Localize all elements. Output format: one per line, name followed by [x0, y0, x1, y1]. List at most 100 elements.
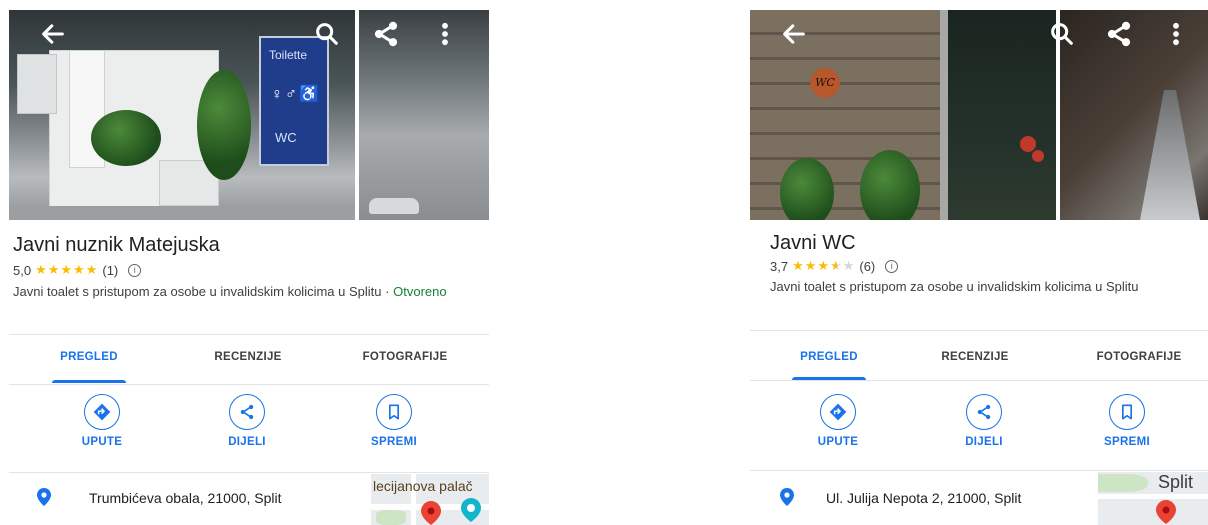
- share-circle: [966, 394, 1002, 430]
- save-button[interactable]: SPREMI: [1092, 394, 1162, 448]
- photo-strip[interactable]: WC: [750, 10, 1208, 220]
- review-count: (1): [102, 262, 119, 278]
- directions-label: UPUTE: [817, 436, 859, 448]
- shrub: [197, 70, 251, 180]
- empty-star: ★: [842, 258, 856, 273]
- share-button[interactable]: DIJELI: [212, 394, 282, 448]
- location-pin-icon: [37, 488, 51, 506]
- map-road: [1098, 494, 1208, 499]
- category-text: Javni toalet s pristupom za osobe u inva…: [13, 284, 382, 299]
- location-pin-icon: [780, 488, 794, 506]
- save-label: SPREMI: [1104, 436, 1150, 448]
- directions-circle: [820, 394, 856, 430]
- more-vert-icon[interactable]: [431, 20, 459, 48]
- doorway: [948, 10, 1056, 220]
- active-tab-indicator: [52, 380, 126, 383]
- more-vert-icon[interactable]: [1162, 20, 1190, 48]
- directions-button[interactable]: UPUTE: [67, 394, 137, 448]
- rating-row[interactable]: 5,0 ★★★★★ (1) i: [13, 262, 142, 278]
- wc-plate-sign: WC: [810, 68, 840, 98]
- mini-map[interactable]: Split: [1098, 472, 1208, 525]
- rating-stars: ★★★★★: [35, 262, 99, 277]
- car-photo-element: [369, 198, 419, 214]
- divider: [9, 384, 489, 385]
- info-icon[interactable]: i: [885, 259, 899, 273]
- flower: [1020, 136, 1036, 152]
- tab-bar: PREGLED RECENZIJE FOTOGRAFIJE: [9, 346, 489, 384]
- rating-stars: ★★★★★: [792, 258, 856, 273]
- flower: [1032, 150, 1044, 162]
- search-icon[interactable]: [313, 20, 341, 48]
- tab-bar: PREGLED RECENZIJE FOTOGRAFIJE: [750, 346, 1208, 384]
- info-icon[interactable]: i: [128, 263, 142, 277]
- divider: [9, 472, 489, 473]
- divider: [750, 380, 1208, 381]
- divider: [9, 334, 489, 335]
- place-category: Javni toalet s pristupom za osobe u inva…: [13, 282, 473, 301]
- share-button[interactable]: DIJELI: [949, 394, 1019, 448]
- share-icon[interactable]: [372, 20, 400, 48]
- building-window: [17, 54, 57, 114]
- back-arrow-icon[interactable]: [780, 20, 808, 48]
- directions-label: UPUTE: [81, 436, 123, 448]
- save-label: SPREMI: [371, 436, 417, 448]
- divider: [750, 330, 1208, 331]
- save-circle: [1109, 394, 1145, 430]
- place-category: Javni toalet s pristupom za osobe u inva…: [770, 277, 1200, 296]
- map-pin-icon: [1156, 500, 1176, 524]
- place-title: Javni WC: [770, 232, 856, 254]
- open-status: Otvoreno: [393, 284, 447, 299]
- share-label: DIJELI: [965, 436, 1003, 448]
- toilet-sign: Toilette ♀♂♿ WC: [259, 36, 329, 166]
- map-park: [1098, 474, 1148, 492]
- review-count: (6): [859, 258, 876, 274]
- address-text[interactable]: Ul. Julija Nepota 2, 21000, Split: [826, 490, 1021, 506]
- shrub: [860, 150, 920, 220]
- toilet-sign-figures: ♀♂♿: [271, 86, 321, 103]
- tab-photos[interactable]: FOTOGRAFIJE: [335, 346, 475, 384]
- directions-circle: [84, 394, 120, 430]
- map-pin-icon: [421, 501, 441, 525]
- map-park: [376, 510, 406, 525]
- alley-photo-element: [1140, 90, 1200, 220]
- directions-icon: [829, 403, 847, 421]
- share-icon: [240, 404, 254, 420]
- place-title: Javni nuznik Matejuska: [13, 234, 220, 256]
- shrub: [91, 110, 161, 166]
- save-circle: [376, 394, 412, 430]
- place-card-left: Toilette ♀♂♿ WC Javni nuznik Matejuska 5…: [9, 10, 489, 525]
- bookmark-icon: [389, 404, 399, 420]
- place-card-right: WC Javni WC 3,7 ★★★★★ (6) i Javni toalet…: [750, 10, 1208, 525]
- back-arrow-icon[interactable]: [39, 20, 67, 48]
- toilet-sign-text: Toilette: [269, 48, 308, 62]
- toilet-sign-wc: WC: [275, 130, 297, 145]
- directions-icon: [93, 403, 111, 421]
- tab-photos[interactable]: FOTOGRAFIJE: [1070, 346, 1208, 384]
- save-button[interactable]: SPREMI: [359, 394, 429, 448]
- address-text[interactable]: Trumbićeva obala, 21000, Split: [89, 490, 281, 506]
- share-label: DIJELI: [228, 436, 266, 448]
- map-poi-icon: [461, 498, 481, 522]
- tab-reviews[interactable]: RECENZIJE: [916, 346, 1034, 384]
- rating-value: 3,7: [770, 258, 789, 274]
- rating-row[interactable]: 3,7 ★★★★★ (6) i: [770, 258, 899, 274]
- share-icon: [977, 404, 991, 420]
- map-label: lecijanova palač: [373, 478, 473, 494]
- photo-strip[interactable]: Toilette ♀♂♿ WC: [9, 10, 489, 220]
- rating-value: 5,0: [13, 262, 32, 278]
- shrub: [780, 158, 834, 220]
- category-text: Javni toalet s pristupom za osobe u inva…: [770, 279, 1139, 294]
- separator: ·: [385, 284, 390, 299]
- divider: [750, 470, 1208, 471]
- directions-button[interactable]: UPUTE: [803, 394, 873, 448]
- search-icon[interactable]: [1048, 20, 1076, 48]
- share-circle: [229, 394, 265, 430]
- mini-map[interactable]: lecijanova palač: [371, 474, 489, 525]
- bookmark-icon: [1122, 404, 1132, 420]
- half-star: ★: [830, 258, 843, 273]
- pavement: [9, 206, 355, 220]
- tab-overview[interactable]: PREGLED: [31, 346, 147, 384]
- tab-reviews[interactable]: RECENZIJE: [189, 346, 307, 384]
- map-label: Split: [1158, 472, 1194, 492]
- share-icon[interactable]: [1105, 20, 1133, 48]
